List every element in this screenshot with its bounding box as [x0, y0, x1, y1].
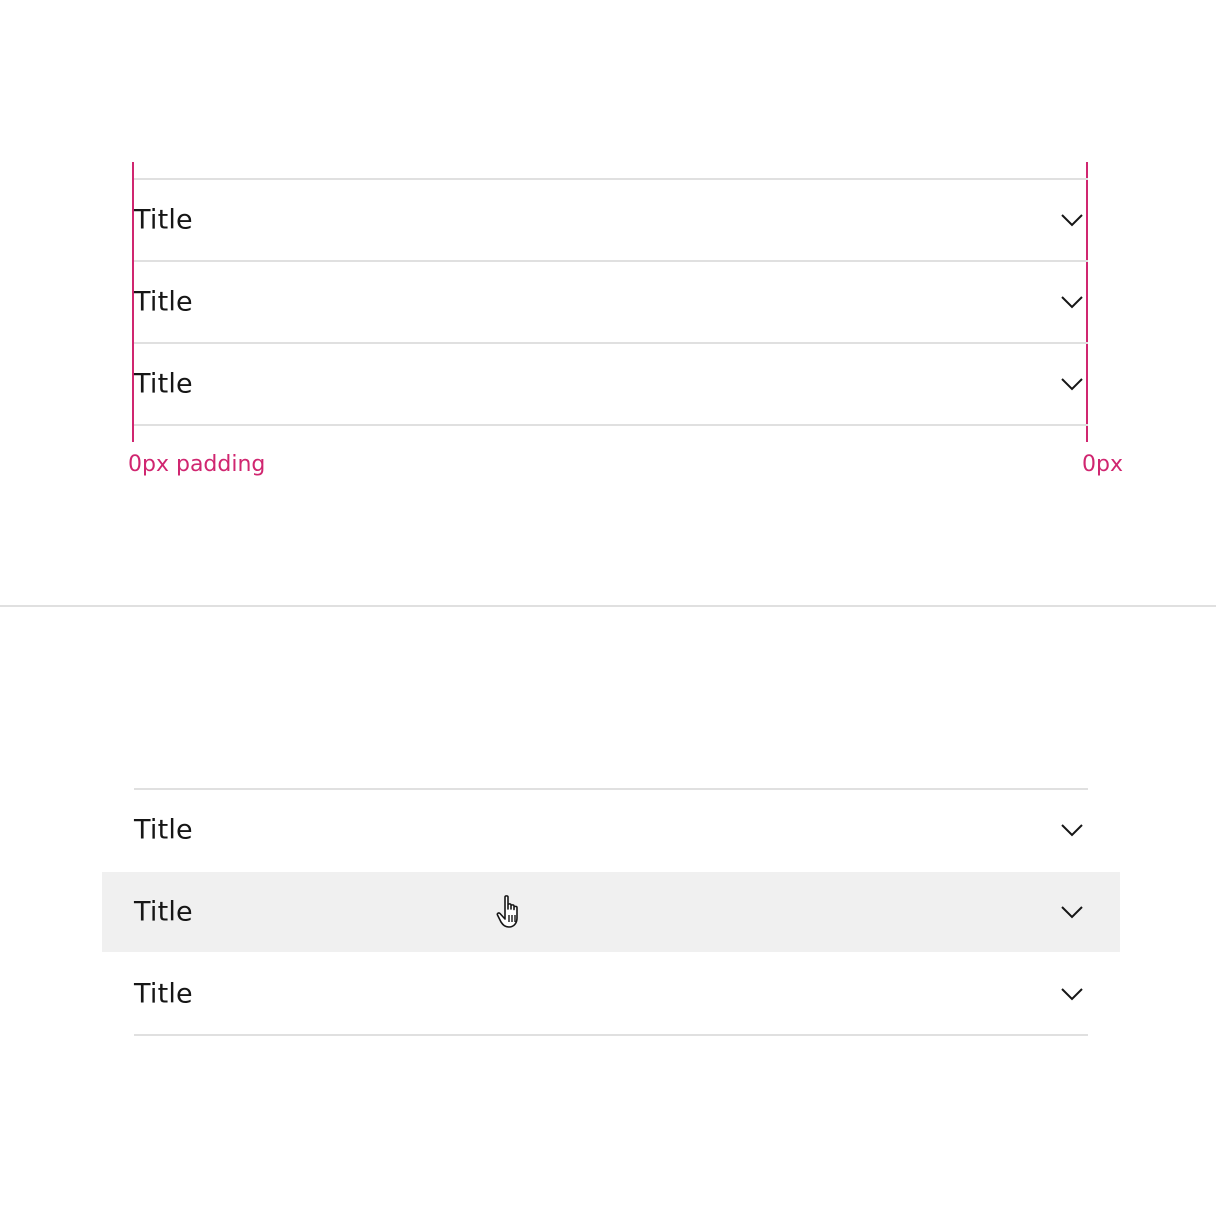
accordion-item[interactable]: Title: [134, 180, 1088, 262]
accordion-item[interactable]: Title: [134, 344, 1088, 426]
right-padding-annotation: 0px: [1082, 452, 1123, 477]
accordion-item[interactable]: Title: [134, 952, 1088, 1036]
chevron-down-icon: [1061, 378, 1083, 391]
accordion-flush-example: Title Title Title: [134, 178, 1088, 426]
accordion-item-hovered[interactable]: Title: [102, 870, 1120, 952]
accordion-item-title: Title: [134, 896, 193, 928]
accordion-item-title: Title: [134, 286, 193, 318]
accordion-item-title: Title: [134, 814, 193, 846]
section-divider: [0, 605, 1216, 607]
accordion-item-title: Title: [134, 204, 193, 236]
accordion-item[interactable]: Title: [134, 262, 1088, 344]
accordion-hover-example: Title Title Title: [102, 788, 1120, 1036]
accordion-item-title: Title: [134, 978, 193, 1010]
accordion-item[interactable]: Title: [134, 788, 1088, 870]
accordion-item-title: Title: [134, 368, 193, 400]
chevron-down-icon: [1061, 214, 1083, 227]
chevron-down-icon: [1061, 988, 1083, 1001]
left-padding-annotation: 0px padding: [128, 452, 266, 477]
chevron-down-icon: [1061, 296, 1083, 309]
pointer-hand-icon: [496, 895, 518, 928]
hover-background: [102, 872, 1120, 952]
chevron-down-icon: [1061, 906, 1083, 919]
chevron-down-icon: [1061, 824, 1083, 837]
